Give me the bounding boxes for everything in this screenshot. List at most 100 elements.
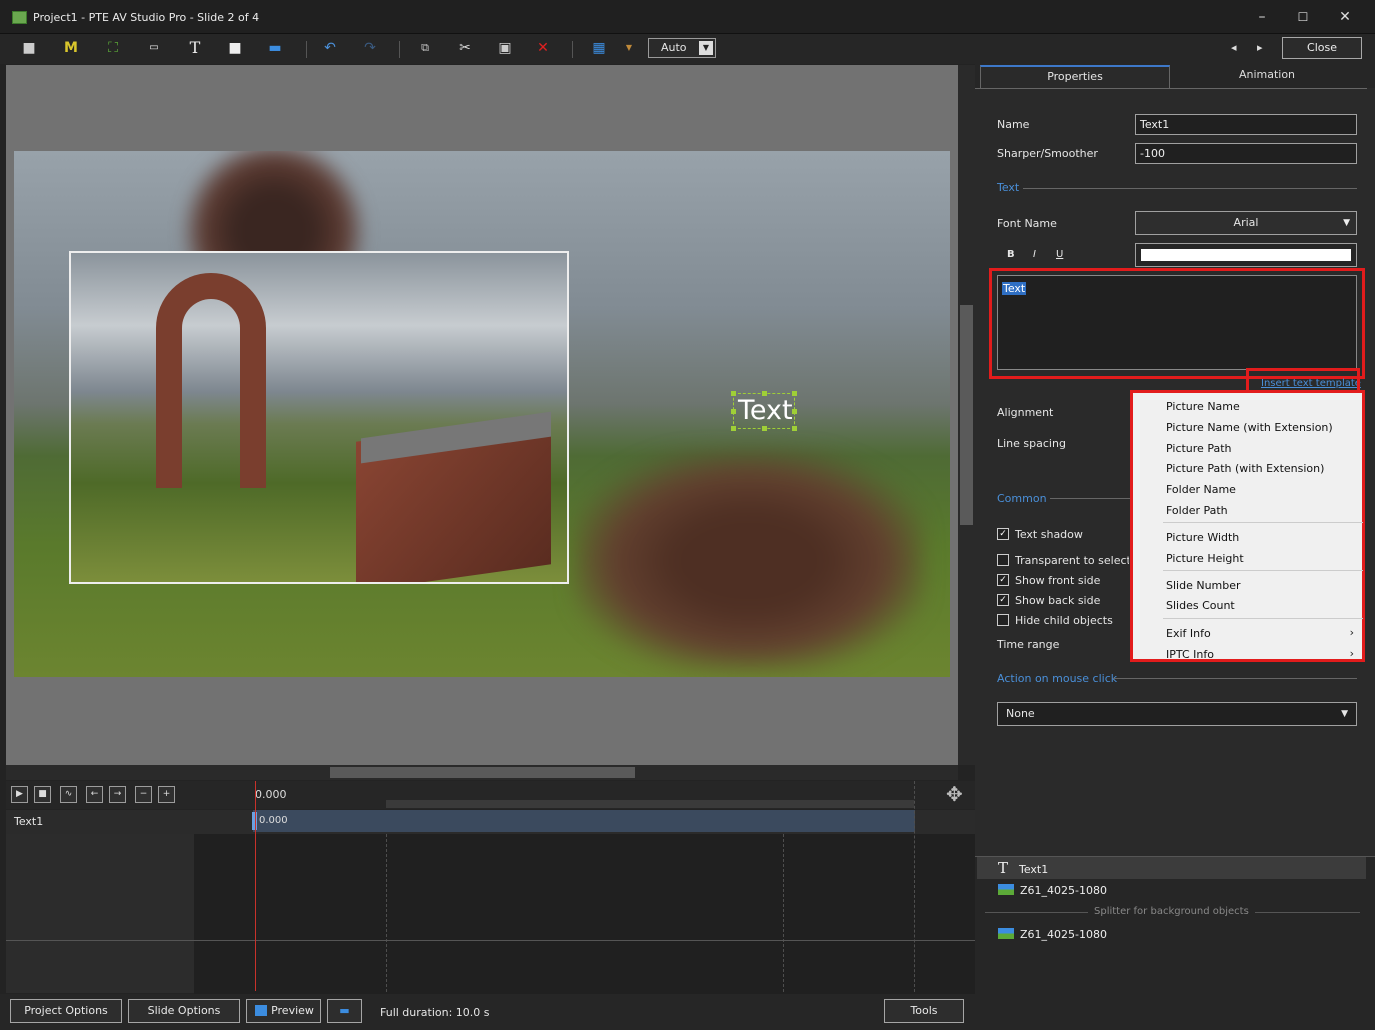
close-window-button[interactable]: ✕ [1328, 7, 1362, 27]
menu-separator [1163, 618, 1363, 619]
font-name-select[interactable]: Arial ▼ [1135, 211, 1357, 235]
bold-button[interactable]: B [1007, 249, 1015, 260]
chevron-down-icon: ▼ [1341, 709, 1348, 719]
resize-handle[interactable] [731, 426, 736, 431]
color-swatch [1141, 249, 1351, 261]
menu-item-picture-height[interactable]: Picture Height [1166, 552, 1244, 565]
resize-handle[interactable] [762, 426, 767, 431]
maximize-button[interactable]: ☐ [1286, 7, 1320, 27]
text-object[interactable]: Text [731, 391, 797, 431]
slide-options-button[interactable]: Slide Options [128, 999, 240, 1023]
minimize-button[interactable]: – [1245, 7, 1279, 27]
timeline-marker [386, 834, 387, 992]
menu-item-picture-path-ext[interactable]: Picture Path (with Extension) [1166, 462, 1324, 475]
zoom-select[interactable]: Auto ▼ [648, 38, 716, 58]
preview-button[interactable]: Preview [246, 999, 321, 1023]
tab-animation[interactable]: Animation [1172, 66, 1362, 88]
resize-handle[interactable] [792, 409, 797, 414]
tools-button[interactable]: Tools [884, 999, 964, 1023]
menu-item-picture-name-ext[interactable]: Picture Name (with Extension) [1166, 421, 1333, 434]
undo-icon[interactable]: ↶ [319, 38, 341, 58]
arrow-left-icon[interactable]: ← [86, 786, 103, 803]
menu-item-picture-name[interactable]: Picture Name [1166, 400, 1240, 413]
frame-icon[interactable]: ⛶ [102, 38, 124, 58]
arrow-right-icon[interactable]: → [109, 786, 126, 803]
monitor-icon: ▬ [339, 1004, 350, 1017]
underline-button[interactable]: U [1056, 249, 1063, 260]
section-divider [1113, 678, 1357, 679]
menu-item-folder-name[interactable]: Folder Name [1166, 483, 1236, 496]
move-icon[interactable]: ✥ [946, 782, 963, 806]
object-item-label: Text1 [1019, 863, 1049, 876]
object-item-background-image[interactable]: Z61_4025-1080 [1020, 928, 1107, 941]
play-icon[interactable]: ▶ [11, 786, 28, 803]
image-icon[interactable]: ▬ [264, 38, 286, 58]
show-front-checkbox[interactable]: ✓ [997, 574, 1009, 586]
resize-handle[interactable] [792, 391, 797, 396]
timeline-range [386, 800, 914, 808]
resize-handle[interactable] [762, 391, 767, 396]
timeline-marker [914, 781, 915, 992]
delete-icon[interactable]: ✕ [532, 38, 554, 58]
timeline-clip-time: 0.000 [259, 815, 288, 826]
menu-item-slide-number[interactable]: Slide Number [1166, 579, 1241, 592]
mouse-action-select[interactable]: None ▼ [997, 702, 1357, 726]
resize-handle[interactable] [792, 426, 797, 431]
playhead[interactable] [255, 781, 256, 991]
fullscreen-preview-button[interactable]: ▬ [327, 999, 362, 1023]
cut-icon[interactable]: ✂ [454, 38, 476, 58]
font-name-value: Arial [1233, 216, 1259, 229]
close-button[interactable]: Close [1282, 37, 1362, 59]
app-window: Project1 - PTE AV Studio Pro - Slide 2 o… [0, 0, 1375, 1030]
redo-icon[interactable]: ↷ [359, 38, 381, 58]
foreground-photo[interactable] [69, 251, 569, 584]
text-color-picker[interactable] [1135, 243, 1357, 267]
menu-item-folder-path[interactable]: Folder Path [1166, 504, 1228, 517]
menu-item-picture-path[interactable]: Picture Path [1166, 442, 1232, 455]
text-shadow-checkbox[interactable]: ✓ [997, 528, 1009, 540]
next-slide-icon[interactable]: ▸ [1257, 41, 1263, 54]
toolbar-separator [572, 41, 573, 58]
rectangle-icon[interactable]: ■ [224, 38, 246, 58]
zoom-in-icon[interactable]: + [158, 786, 175, 803]
timeline-clip[interactable] [253, 810, 915, 832]
video-icon[interactable]: ▭ [143, 38, 165, 58]
tab-properties[interactable]: Properties [980, 65, 1170, 89]
zoom-out-icon[interactable]: − [135, 786, 152, 803]
waveform-icon[interactable]: ∿ [60, 786, 77, 803]
menu-item-iptc-info[interactable]: IPTC Info [1166, 648, 1214, 661]
horizontal-scroll-thumb[interactable] [330, 767, 635, 778]
text-tool-icon[interactable]: T [184, 38, 206, 58]
prev-slide-icon[interactable]: ◂ [1231, 41, 1237, 54]
project-options-button[interactable]: Project Options [10, 999, 122, 1023]
paste-icon[interactable]: ▣ [494, 38, 516, 58]
template-menu: Picture Name Picture Name (with Extensio… [1130, 390, 1365, 662]
hide-child-checkbox[interactable] [997, 614, 1009, 626]
preview-label: Preview [271, 1004, 314, 1017]
preview-icon [255, 1005, 267, 1016]
sharper-field[interactable]: -100 [1135, 143, 1357, 164]
timeline-area[interactable] [194, 834, 975, 994]
copy-icon[interactable]: ⧉ [414, 38, 436, 58]
grid-icon[interactable]: ▦ [588, 38, 610, 58]
object-item-image[interactable]: Z61_4025-1080 [1020, 884, 1107, 897]
italic-button[interactable]: I [1033, 249, 1036, 260]
name-field[interactable]: Text1 [1135, 114, 1357, 135]
camera-icon[interactable]: ■ [18, 38, 40, 58]
show-back-checkbox[interactable]: ✓ [997, 594, 1009, 606]
stop-icon[interactable]: ■ [34, 786, 51, 803]
vertical-scroll-thumb[interactable] [960, 305, 973, 525]
mask-icon[interactable]: M [60, 38, 82, 58]
transparent-checkbox[interactable] [997, 554, 1009, 566]
resize-handle[interactable] [731, 391, 736, 396]
menu-item-exif-info[interactable]: Exif Info [1166, 627, 1211, 640]
menu-item-picture-width[interactable]: Picture Width [1166, 531, 1239, 544]
name-label: Name [997, 118, 1030, 131]
line-spacing-label: Line spacing [997, 437, 1066, 450]
menu-item-slides-count[interactable]: Slides Count [1166, 599, 1235, 612]
toolbar-separator [399, 41, 400, 58]
grid-dropdown-icon[interactable]: ▼ [618, 38, 640, 58]
resize-handle[interactable] [731, 409, 736, 414]
text-object-label: Text [738, 395, 793, 426]
image-icon [998, 884, 1014, 895]
